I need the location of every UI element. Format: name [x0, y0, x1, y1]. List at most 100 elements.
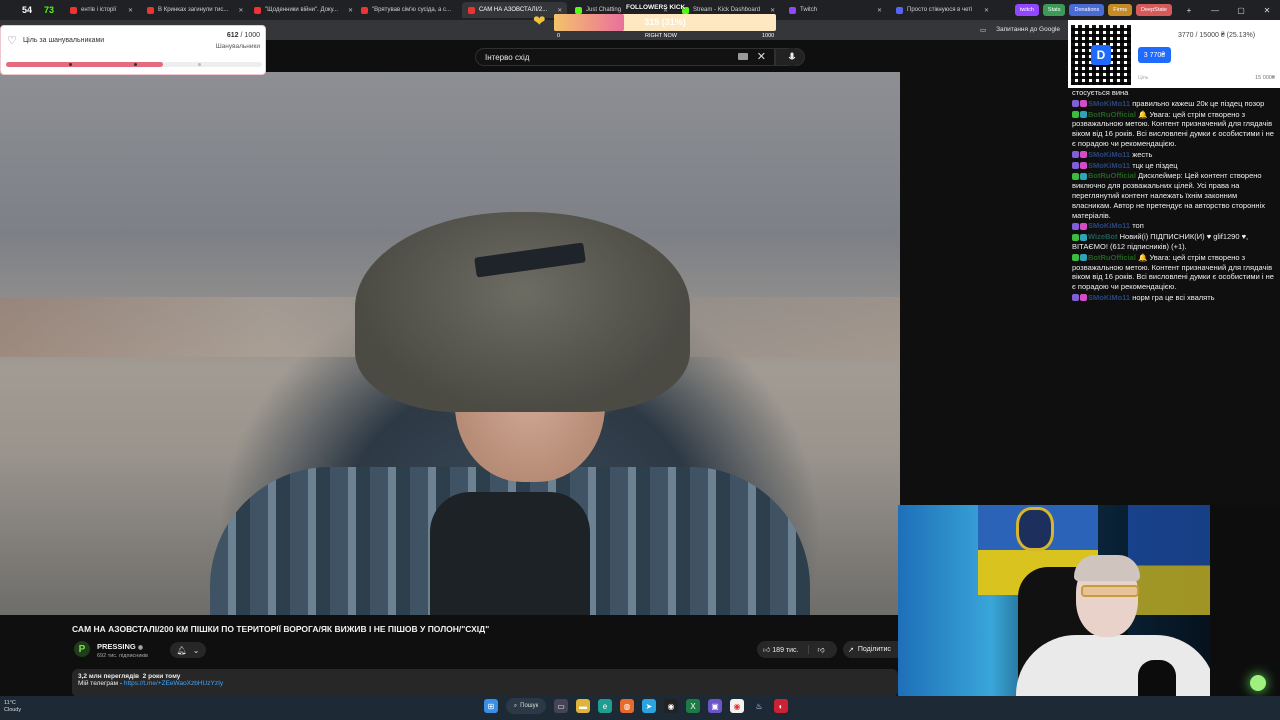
photos-icon[interactable]: ▣ [708, 699, 722, 713]
mic-icon [788, 52, 796, 60]
goal-marker [134, 63, 137, 66]
chat-username[interactable]: WizeBot [1088, 232, 1118, 241]
chat-badge-icon [1072, 233, 1079, 241]
weather-temp: 11°C [4, 700, 16, 706]
chat-username[interactable]: BotRuOfficial [1088, 253, 1136, 262]
firefox-icon[interactable]: ◍ [620, 699, 634, 713]
chat-message: WizeBot Новий(і) ПІДПИСНИК(И) ♥ glif1290… [1072, 232, 1277, 252]
chat-username[interactable]: BotRuOfficial [1088, 171, 1136, 180]
bookmark-button[interactable]: Stats [1042, 4, 1066, 16]
file-explorer-icon[interactable]: ▬ [576, 699, 590, 713]
follower-goal-widget: ♡ Ціль за шанувальниками 612 / 1000 Шану… [0, 25, 266, 75]
heart-icon: ❤ [533, 13, 546, 30]
tab-count-badge-kick[interactable]: 73 [44, 5, 54, 15]
tab-close-icon[interactable]: ✕ [455, 7, 460, 14]
chat-badge-icon [1080, 233, 1087, 241]
like-dislike-group: 👍︎ 189 тис. 👎︎ [757, 641, 837, 658]
weather-condition: Cloudy [4, 707, 22, 713]
cast-icon[interactable]: ▭ [980, 26, 986, 34]
browser-tab[interactable]: В Кринках загинули тис... ✕ [141, 2, 246, 18]
minimize-icon[interactable]: — [1202, 6, 1228, 15]
kick-min: 0 [557, 33, 561, 39]
browser-tab[interactable]: "Врятував сім'ю сусіда, а с...✕ [355, 2, 460, 18]
tab-label: В Кринках загинули тис... [158, 7, 229, 13]
clear-search-icon[interactable]: ✕ [757, 50, 766, 63]
tab-favicon-icon [361, 6, 369, 14]
chat-message: стосується вина [1072, 88, 1277, 98]
donation-amount: 3 770₴ [1138, 47, 1171, 63]
keyboard-icon[interactable] [738, 53, 748, 60]
video-info: САМ НА АЗОВСТАЛІ/200 КМ ПІШКИ ПО ТЕРИТОР… [0, 615, 913, 700]
donation-summary: 3770 / 15000 ₴ (25.13%) [1178, 32, 1256, 39]
chat-badge-icon [1072, 222, 1079, 230]
chat-username[interactable]: SMoKiMo11 [1088, 161, 1130, 170]
goal-progress-fill [6, 62, 163, 67]
chat-badge-icon [1080, 254, 1087, 262]
search-input[interactable]: Інтерво схід ✕ [475, 48, 775, 66]
chat-feed: стосується вина SMoKiMo11 правильно кажеш… [1072, 88, 1277, 304]
like-button[interactable]: 👍︎ 189 тис. [757, 645, 810, 654]
tab-close-icon[interactable]: ✕ [122, 7, 133, 14]
tab-favicon-icon [468, 6, 476, 14]
chat-username[interactable]: SMoKiMo11 [1088, 293, 1130, 302]
edge-icon[interactable]: e [598, 699, 612, 713]
browser-tab[interactable]: "Щоденники війни". Доку... ✕ [248, 2, 353, 18]
voice-search-button[interactable] [783, 48, 801, 66]
dislike-button[interactable]: 👎︎ [809, 645, 824, 654]
obs-icon[interactable]: ◉ [664, 699, 678, 713]
weather-widget[interactable]: 11°C Cloudy [4, 700, 21, 714]
video-description[interactable]: 3,2 млн переглядів 2 роки тому Мій телег… [72, 669, 898, 697]
telegram-icon[interactable]: ➤ [642, 699, 656, 713]
channel-name[interactable]: PRESSING ◉ [97, 642, 143, 651]
tab-close-icon[interactable]: ✕ [871, 7, 882, 14]
tab-close-icon[interactable]: ✕ [232, 7, 243, 14]
goal-sublabel: Шанувальники [215, 43, 260, 50]
chat-username[interactable]: SMoKiMo11 [1088, 99, 1130, 108]
hand-heart-icon: ♡ [7, 35, 17, 47]
chat-message: SMoKiMo11 правильно кажеш 20к це піздец … [1072, 99, 1277, 109]
chat-username[interactable]: SMoKiMo11 [1088, 150, 1130, 159]
bookmark-twitch[interactable]: twitch [1014, 4, 1039, 16]
tab-favicon-icon [70, 6, 78, 14]
video-player[interactable] [0, 72, 900, 615]
maximize-icon[interactable]: ▢ [1228, 6, 1254, 15]
tab-close-icon[interactable]: ✕ [978, 7, 989, 14]
tab-favicon-icon [147, 6, 155, 14]
bookmark-button[interactable]: Firms [1108, 4, 1132, 16]
browser-tab[interactable]: Просто стікнуюся в четі ✕ [890, 2, 995, 18]
webcam-right-glow [1210, 505, 1280, 696]
webcam-feed [898, 505, 1210, 720]
share-icon: ↗ [848, 646, 854, 654]
notifications-button[interactable]: 🔔︎ ⌄ [170, 642, 206, 658]
streamer-hair [1074, 555, 1140, 581]
new-tab-icon[interactable]: + [1176, 6, 1202, 15]
chat-badge-icon [1072, 151, 1079, 159]
taskbar-search[interactable]: ⌕ Пошук [506, 698, 546, 714]
media-app-icon[interactable]: ◐ [774, 699, 788, 713]
telegram-link[interactable]: https://t.me/+ZEeWaoXzbHUzYzIy [124, 680, 223, 687]
bookmark-button[interactable]: Donations [1069, 4, 1105, 16]
chat-username[interactable]: BotRuOfficial [1088, 110, 1136, 119]
windows-start-icon[interactable]: ⊞ [484, 699, 498, 713]
task-view-icon[interactable]: ▭ [554, 699, 568, 713]
chat-badge-icon [1080, 162, 1087, 170]
lamp-glow [1250, 675, 1266, 691]
browser-tab[interactable]: ентів і історії ✕ [64, 2, 139, 18]
bell-icon: 🔔︎ [176, 645, 187, 655]
excel-icon[interactable]: X [686, 699, 700, 713]
channel-avatar[interactable]: P [74, 641, 90, 657]
bookmark-button[interactable]: DeepState [1136, 4, 1172, 16]
browser-tab[interactable]: Twitch ✕ [783, 2, 888, 18]
tab-label: "Врятував сім'ю сусіда, а с... [372, 7, 452, 13]
chat-message: BotRuOfficial Дисклеймер: Цей контент ст… [1072, 171, 1277, 220]
chat-username[interactable]: SMoKiMo11 [1088, 221, 1130, 230]
chrome-icon[interactable]: ◉ [730, 699, 744, 713]
steam-icon[interactable]: ♨ [752, 699, 766, 713]
donatello-logo-icon: D [1091, 45, 1111, 65]
chat-text: жесть [1132, 149, 1153, 159]
chevron-down-icon: ⌄ [192, 645, 200, 655]
close-window-icon[interactable]: ✕ [1254, 6, 1280, 15]
tab-count-badge[interactable]: 54 [22, 5, 32, 15]
google-question-button[interactable]: Запитання до Google [996, 26, 1060, 34]
tab-close-icon[interactable]: ✕ [342, 7, 353, 14]
